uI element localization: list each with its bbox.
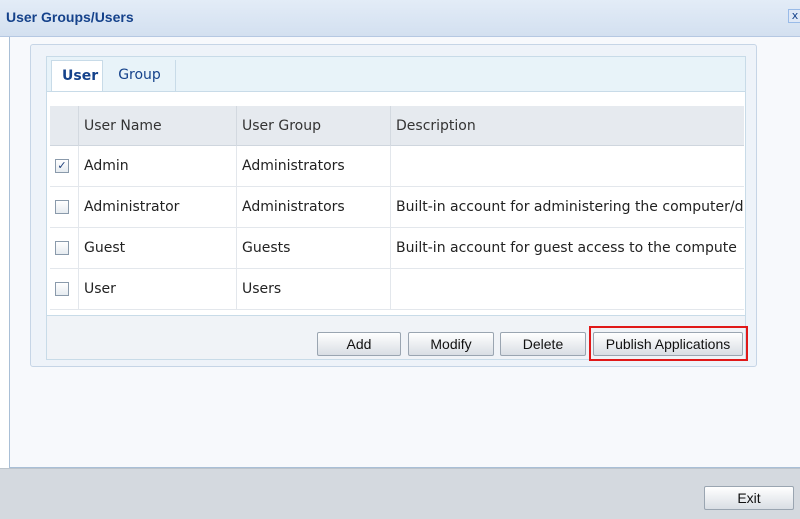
cell-description: Built-in account for administering the c… [390, 187, 744, 228]
tab-strip: User Group [46, 56, 746, 92]
exit-button[interactable]: Exit [704, 486, 794, 510]
table-row[interactable]: Administrator Administrators Built-in ac… [50, 187, 744, 228]
cell-user-name: Guest [78, 228, 236, 269]
cell-user-name: User [78, 269, 236, 310]
modify-button[interactable]: Modify [408, 332, 494, 356]
cell-description: Built-in account for guest access to the… [390, 228, 744, 269]
table-row[interactable]: Guest Guests Built-in account for guest … [50, 228, 744, 269]
row-checkbox[interactable] [55, 241, 69, 255]
title-bar: User Groups/Users x [0, 0, 800, 37]
table-row[interactable]: User Users [50, 269, 744, 310]
row-checkbox[interactable]: ✓ [55, 159, 69, 173]
tab-user[interactable]: User [51, 60, 103, 92]
window-title: User Groups/Users [6, 9, 134, 25]
cell-user-group: Administrators [236, 187, 390, 228]
cell-description [390, 269, 744, 310]
cell-user-group: Users [236, 269, 390, 310]
column-header-user-group[interactable]: User Group [236, 106, 390, 146]
dialog-footer [0, 468, 800, 519]
cell-user-name: Admin [78, 146, 236, 187]
add-button[interactable]: Add [317, 332, 401, 356]
cell-user-group: Administrators [236, 146, 390, 187]
row-checkbox[interactable] [55, 282, 69, 296]
close-icon[interactable]: x [788, 9, 800, 23]
cell-description [390, 146, 744, 187]
cell-user-name: Administrator [78, 187, 236, 228]
users-grid: User Name User Group Description ✓ Admin… [46, 91, 746, 316]
table-row[interactable]: ✓ Admin Administrators [50, 146, 744, 187]
row-checkbox[interactable] [55, 200, 69, 214]
column-header-user-name[interactable]: User Name [78, 106, 236, 146]
column-header-description[interactable]: Description [390, 106, 744, 146]
cell-user-group: Guests [236, 228, 390, 269]
grid-header: User Name User Group Description [50, 106, 744, 146]
publish-applications-button[interactable]: Publish Applications [593, 332, 743, 356]
delete-button[interactable]: Delete [500, 332, 586, 356]
tab-group[interactable]: Group [104, 60, 176, 92]
